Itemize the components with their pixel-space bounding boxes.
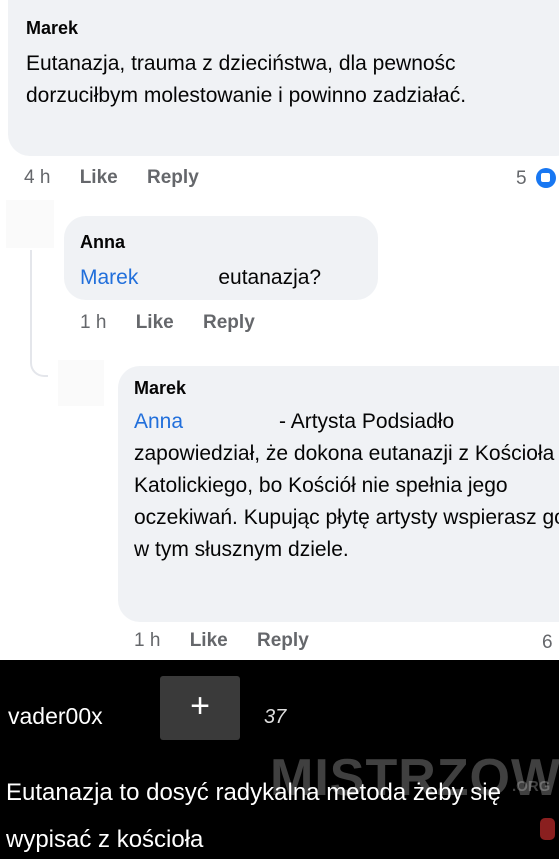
comment-meta: 4 h Like Reply [24, 167, 223, 189]
comment-time: 4 h [24, 167, 51, 188]
mention-link[interactable]: Anna [134, 410, 183, 433]
avatar[interactable] [6, 200, 54, 248]
comment-author[interactable]: Marek [134, 378, 186, 399]
like-button[interactable]: Like [136, 312, 174, 333]
post-caption: Eutanazja to dosyć radykalna metoda żeby… [6, 779, 501, 853]
comment-text: Marek eutanazja? [80, 262, 321, 294]
post-username[interactable]: vader00x [8, 703, 103, 730]
comment-meta: 1 h Like Reply [134, 630, 333, 652]
comment-meta: 1 h Like Reply [80, 312, 279, 334]
reply-button[interactable]: Reply [257, 630, 309, 651]
upvote-button[interactable]: + [160, 676, 240, 740]
like-button[interactable]: Like [190, 630, 228, 651]
comment-time: 1 h [134, 630, 161, 651]
reply-button[interactable]: Reply [147, 167, 199, 188]
like-icon [536, 168, 556, 188]
comment-text: zapowiedział, że dokona eutanazji z Kośc… [134, 442, 559, 561]
like-count: 5 [516, 168, 527, 189]
reply-thread-line [30, 250, 48, 377]
mention-link[interactable]: Marek [80, 266, 138, 289]
comment-text-body: - Artysta Podsiadło [279, 410, 455, 433]
comment-author[interactable]: Anna [80, 232, 125, 253]
comment-time: 1 h [80, 312, 107, 333]
reply-button[interactable]: Reply [203, 312, 255, 333]
like-count: 6 [542, 632, 553, 653]
post-score: 37 [264, 706, 287, 728]
comment-text-body: eutanazja? [218, 266, 322, 289]
avatar[interactable] [58, 360, 104, 406]
comment-text-first-line: Anna - Artysta Podsiadło [134, 406, 559, 438]
comment-author[interactable]: Marek [26, 18, 78, 39]
like-button[interactable]: Like [80, 167, 118, 188]
comment-text: Eutanazja, trauma z dzieciństwa, dla pew… [26, 52, 467, 107]
site-logo-icon [540, 818, 555, 840]
facebook-screenshot: Marek Eutanazja, trauma z dzieciństwa, d… [0, 0, 559, 660]
